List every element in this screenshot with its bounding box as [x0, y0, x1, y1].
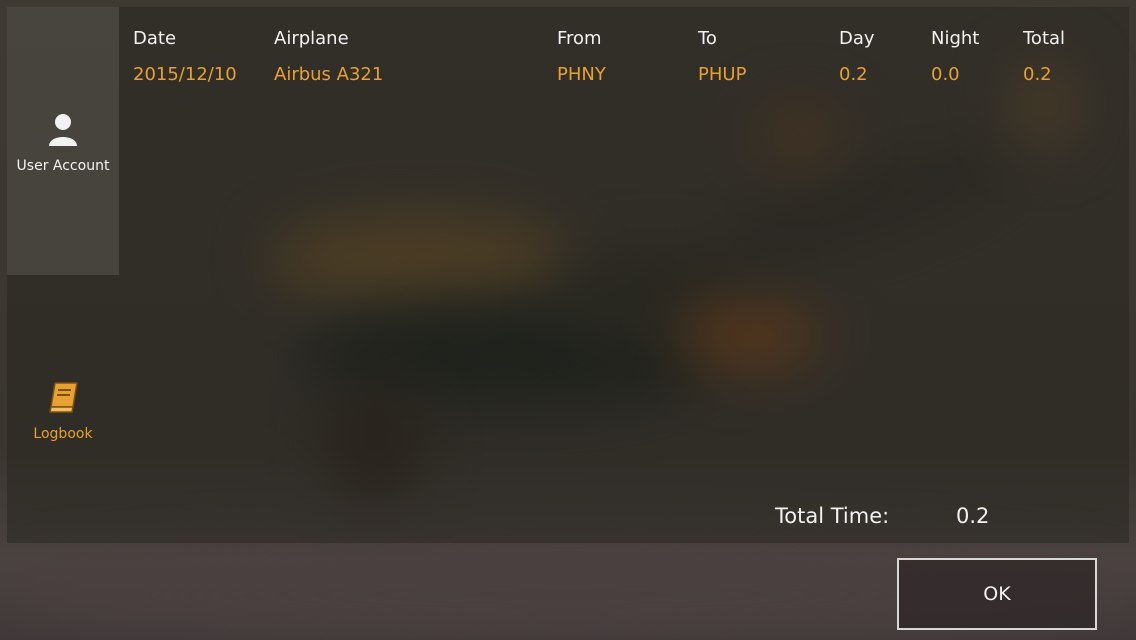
column-header-day: Day [839, 28, 875, 49]
sidebar-item-label: User Account [16, 158, 110, 174]
cell-day: 0.2 [839, 64, 868, 85]
column-header-from: From [557, 28, 602, 49]
total-time-label: Total Time: [775, 504, 890, 528]
column-header-airplane: Airplane [274, 28, 349, 49]
cell-total: 0.2 [1023, 64, 1052, 85]
book-icon [46, 380, 80, 416]
column-header-total: Total [1023, 28, 1066, 49]
cell-to: PHUP [698, 64, 747, 85]
user-icon [46, 112, 80, 148]
sidebar-item-label: Logbook [33, 426, 93, 442]
sidebar-item-user-account[interactable]: User Account [7, 112, 119, 174]
column-header-date: Date [133, 28, 177, 49]
cell-from: PHNY [557, 64, 606, 85]
ok-button[interactable]: OK [897, 558, 1097, 630]
cell-date: 2015/12/10 [133, 64, 237, 85]
total-time-value: 0.2 [956, 504, 990, 528]
cell-airplane: Airbus A321 [274, 64, 384, 85]
column-header-night: Night [931, 28, 980, 49]
cell-night: 0.0 [931, 64, 960, 85]
sidebar-item-logbook[interactable]: Logbook [7, 380, 119, 442]
column-header-to: To [698, 28, 717, 49]
logbook-panel [7, 7, 1129, 543]
